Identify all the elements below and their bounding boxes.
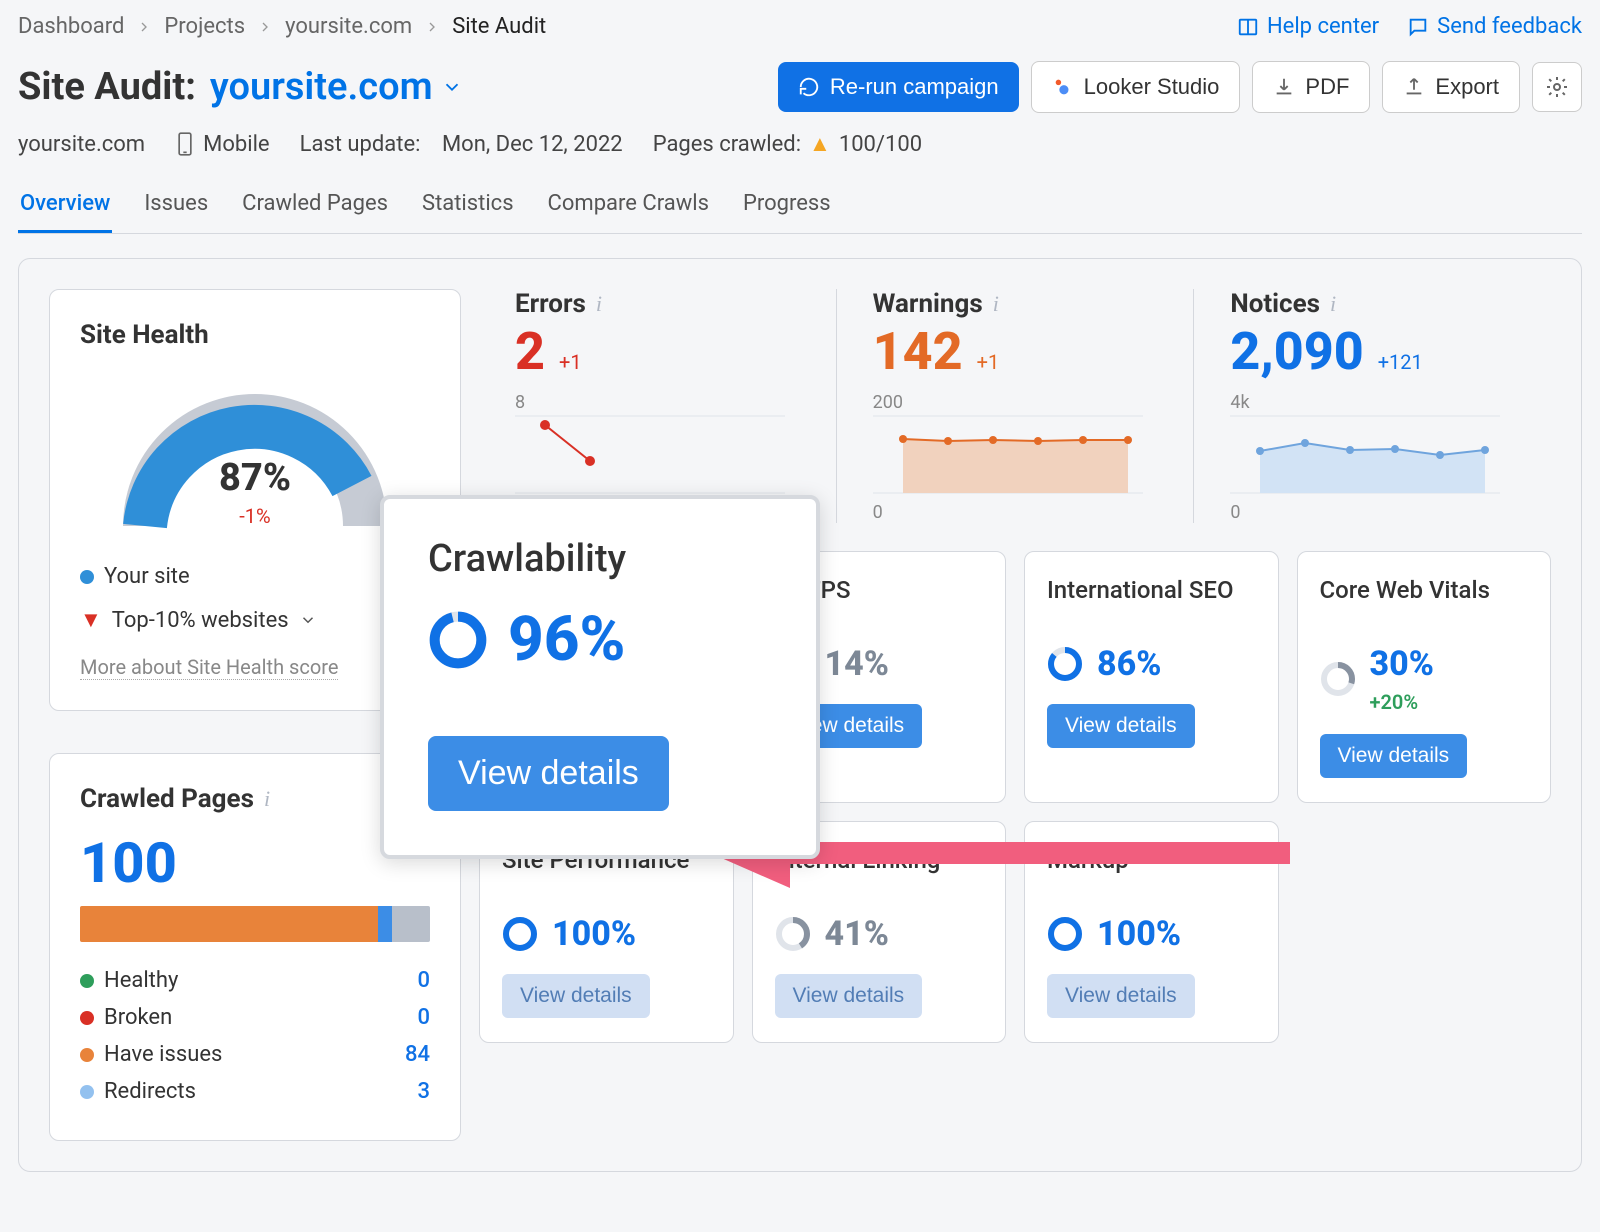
card-international-seo: International SEO 86% View details xyxy=(1024,551,1279,803)
tabs: Overview Issues Crawled Pages Statistics… xyxy=(18,185,1582,234)
chevron-down-icon xyxy=(299,611,317,629)
metric-errors: Errorsi 2+1 8 0 xyxy=(479,289,836,523)
download-icon xyxy=(1273,76,1295,98)
more-about-link[interactable]: More about Site Health score xyxy=(80,655,338,680)
crawled-pages-bar xyxy=(80,906,430,942)
chevron-right-icon xyxy=(257,19,273,35)
book-icon xyxy=(1237,16,1259,38)
site-health-title: Site Health xyxy=(80,320,430,350)
metrics-row: Errorsi 2+1 8 0 xyxy=(479,289,1551,523)
spotlight-popover: Crawlability 96% View details xyxy=(380,495,820,859)
domain-selector[interactable]: yoursite.com xyxy=(210,65,463,109)
breadcrumb: Dashboard Projects yoursite.com Site Aud… xyxy=(18,14,546,39)
card-core-web-vitals: Core Web Vitals 30%+20% View details xyxy=(1297,551,1552,803)
upload-icon xyxy=(1403,76,1425,98)
site-health-delta: -1% xyxy=(80,504,430,528)
refresh-icon xyxy=(798,76,820,98)
mobile-icon xyxy=(175,131,195,157)
info-icon[interactable]: i xyxy=(596,291,602,317)
crawled-pages-row[interactable]: Redirects3 xyxy=(80,1073,430,1110)
view-details-button[interactable]: View details xyxy=(1047,704,1195,748)
errors-sparkline xyxy=(515,413,785,498)
tab-statistics[interactable]: Statistics xyxy=(420,185,516,233)
legend-your-site: Your site xyxy=(80,564,430,589)
crumb-projects[interactable]: Projects xyxy=(164,14,245,39)
notices-sparkline xyxy=(1230,413,1500,498)
site-health-pct: 87% xyxy=(80,456,430,500)
meta-row: yoursite.com Mobile Last update: Mon, De… xyxy=(18,131,1582,157)
warnings-sparkline xyxy=(873,413,1143,498)
pdf-button[interactable]: PDF xyxy=(1252,61,1370,113)
view-details-button[interactable]: View details xyxy=(1047,974,1195,1018)
settings-button[interactable] xyxy=(1532,62,1582,112)
crawled-pages-row[interactable]: Have issues84 xyxy=(80,1036,430,1073)
top10-selector[interactable]: ▼Top-10% websites xyxy=(80,607,430,633)
crawled-pages-row[interactable]: Broken0 xyxy=(80,999,430,1036)
rerun-campaign-button[interactable]: Re-run campaign xyxy=(778,62,1019,112)
metric-warnings: Warningsi 142+1 200 0 xyxy=(836,289,1194,523)
tab-progress[interactable]: Progress xyxy=(741,185,833,233)
looker-icon xyxy=(1052,76,1074,98)
info-icon[interactable]: i xyxy=(993,291,999,317)
view-details-button[interactable]: View details xyxy=(502,974,650,1018)
page-title: Site Audit: yoursite.com xyxy=(18,65,463,109)
chevron-right-icon xyxy=(136,19,152,35)
tab-overview[interactable]: Overview xyxy=(18,185,112,233)
send-feedback-link[interactable]: Send feedback xyxy=(1407,14,1582,39)
meta-device: Mobile xyxy=(175,131,269,157)
tab-crawled-pages[interactable]: Crawled Pages xyxy=(240,185,390,233)
view-details-button[interactable]: View details xyxy=(1320,734,1468,778)
meta-lastupdate: Last update: Mon, Dec 12, 2022 xyxy=(300,132,623,157)
chevron-down-icon xyxy=(441,76,463,98)
crawled-pages-row[interactable]: Healthy0 xyxy=(80,962,430,999)
tab-compare-crawls[interactable]: Compare Crawls xyxy=(546,185,711,233)
crawled-pages-title: Crawled Pagesi xyxy=(80,784,430,814)
info-icon[interactable]: i xyxy=(1330,291,1336,317)
crawled-pages-total: 100 xyxy=(80,830,430,896)
meta-site: yoursite.com xyxy=(18,132,145,157)
ring-icon xyxy=(428,610,488,670)
crumb-current: Site Audit xyxy=(452,14,546,39)
chevron-right-icon xyxy=(424,19,440,35)
warning-icon: ▲ xyxy=(809,131,831,157)
spotlight-title: Crawlability xyxy=(428,537,772,581)
view-details-button[interactable]: View details xyxy=(775,974,923,1018)
metric-notices: Noticesi 2,090+121 4k 0 xyxy=(1193,289,1551,523)
looker-studio-button[interactable]: Looker Studio xyxy=(1031,61,1241,113)
crumb-site[interactable]: yoursite.com xyxy=(285,14,412,39)
export-button[interactable]: Export xyxy=(1382,61,1520,113)
gear-icon xyxy=(1545,75,1569,99)
chat-icon xyxy=(1407,16,1429,38)
spotlight-view-details-button[interactable]: View details xyxy=(428,736,669,811)
spotlight-pct: 96% xyxy=(508,603,625,676)
crumb-dashboard[interactable]: Dashboard xyxy=(18,14,124,39)
meta-crawled: Pages crawled: ▲ 100/100 xyxy=(653,131,922,157)
help-center-link[interactable]: Help center xyxy=(1237,14,1379,39)
tab-issues[interactable]: Issues xyxy=(142,185,210,233)
